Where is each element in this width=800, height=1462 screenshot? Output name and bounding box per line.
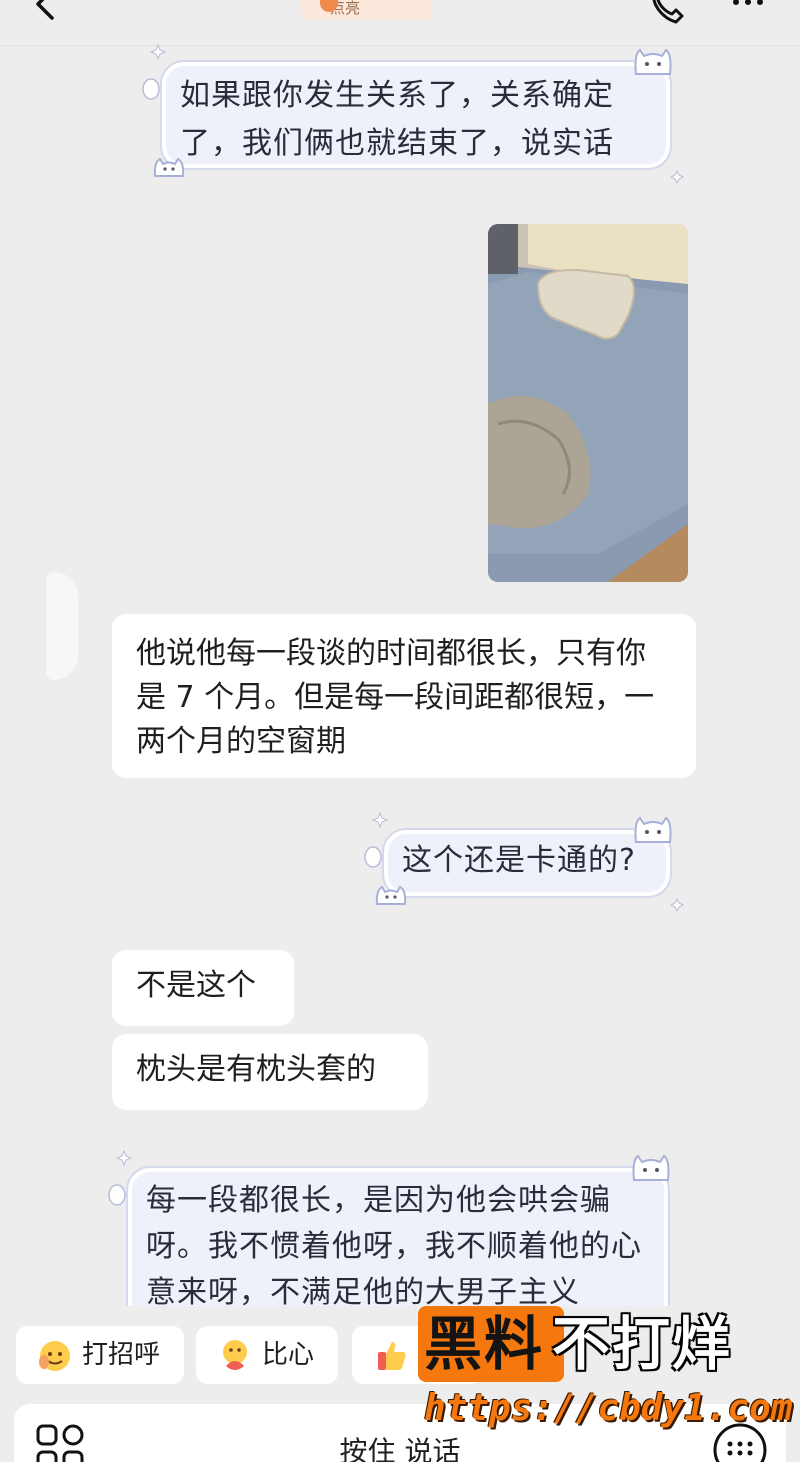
message-text: 这个还是卡通的?: [402, 843, 636, 878]
watermark-brand-part2: 不打烊: [552, 1310, 733, 1378]
chat-bubble-outgoing[interactable]: 这个还是卡通的?: [364, 812, 684, 912]
watermark-brand-part1: 黑料: [424, 1310, 545, 1378]
chat-bubble-incoming[interactable]: 不是这个: [112, 950, 294, 1026]
cat-sticker-icon: [634, 816, 672, 843]
cat-sticker-icon: [632, 1154, 670, 1181]
star-decoration-icon: [670, 170, 684, 184]
thumbs-up-emoji-icon: [378, 1342, 406, 1370]
leaf-decoration-icon: [364, 846, 382, 868]
star-decoration-icon: [116, 1150, 132, 1166]
header-badge[interactable]: 点亮: [302, 0, 432, 20]
quick-reply-heart[interactable]: 比心: [196, 1326, 338, 1384]
quick-reply-greet[interactable]: 打招呼: [16, 1326, 184, 1384]
quick-reply-label: 比心: [262, 1340, 315, 1370]
chat-bubble-incoming[interactable]: 他说他每一段谈的时间都很长，只有你是 7 个月。但是每一段间距都很短，一两个月的…: [112, 614, 696, 778]
phone-call-icon[interactable]: [648, 0, 692, 26]
chat-header: 点亮: [0, 0, 800, 46]
message-text: 枕头是有枕头套的: [136, 1052, 376, 1087]
back-arrow-icon[interactable]: [30, 0, 70, 26]
cat-sticker-icon: [634, 48, 672, 75]
hold-to-talk-button[interactable]: 按住 说话: [14, 1430, 786, 1462]
bed-photo-image: [488, 224, 688, 582]
more-options-icon[interactable]: [726, 0, 770, 14]
watermark-url: https://cbdy1.com: [424, 1388, 793, 1429]
message-text: 他说他每一段谈的时间都很长，只有你是 7 个月。但是每一段间距都很短，一两个月的…: [136, 636, 655, 759]
sender-avatar[interactable]: [46, 572, 78, 680]
chat-bubble-incoming[interactable]: 枕头是有枕头套的: [112, 1034, 428, 1110]
cat-sticker-small-icon: [375, 885, 407, 905]
message-text: 如果跟你发生关系了，关系确定了，我们俩也就结束了，说实话: [180, 78, 614, 161]
message-text: 每一段都很长，是因为他会哄会骗呀。我不惯着他呀，我不顺着他的心意来呀，不满足他的…: [146, 1183, 642, 1306]
message-clip-area: 每一段都很长，是因为他会哄会骗呀。我不惯着他呀，我不顺着他的心意来呀，不满足他的…: [0, 1130, 800, 1306]
quick-reply-label: 打招呼: [82, 1340, 161, 1370]
leaf-decoration-icon: [108, 1184, 126, 1206]
leaf-decoration-icon: [142, 78, 160, 100]
star-decoration-icon: [670, 898, 684, 912]
chat-bubble-outgoing[interactable]: 每一段都很长，是因为他会哄会骗呀。我不惯着他呀，我不顺着他的心意来呀，不满足他的…: [108, 1150, 670, 1306]
chat-bubble-outgoing[interactable]: 如果跟你发生关系了，关系确定了，我们俩也就结束了，说实话: [142, 44, 684, 184]
watermark-brand: 黑料 不打烊: [424, 1312, 732, 1376]
star-decoration-icon: [372, 812, 388, 828]
message-text: 不是这个: [136, 968, 256, 1003]
heart-hands-emoji-icon: [223, 1340, 247, 1370]
cat-sticker-small-icon: [153, 157, 185, 177]
star-decoration-icon: [150, 44, 166, 60]
bed-photo[interactable]: [488, 224, 688, 582]
wave-emoji-icon: [39, 1341, 70, 1371]
